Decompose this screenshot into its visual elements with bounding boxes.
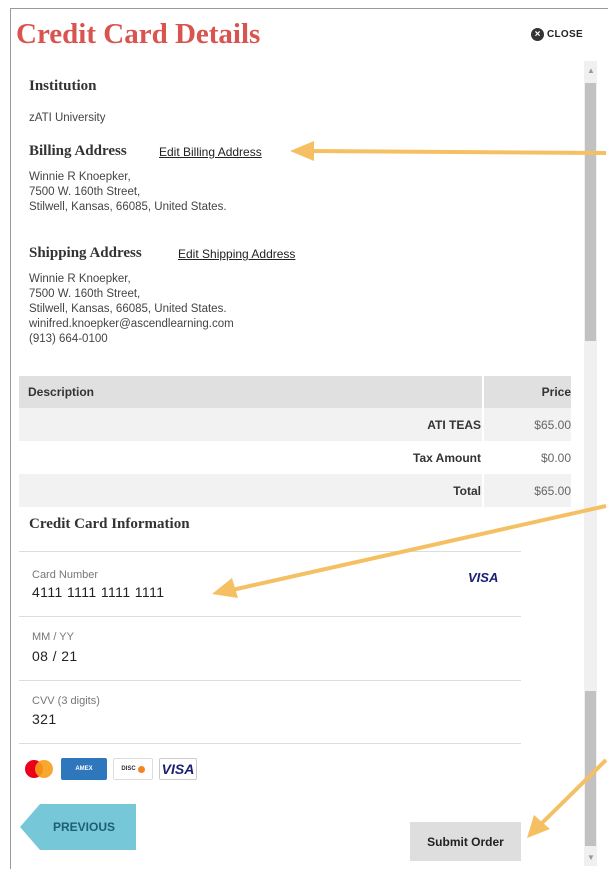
row-price: $65.00	[534, 417, 571, 432]
price-header: Price	[541, 385, 571, 399]
shipping-address-text: Winnie R Knoepker, 7500 W. 160th Street,…	[29, 272, 234, 347]
row-label: Tax Amount	[413, 450, 481, 465]
institution-name: zATI University	[29, 112, 106, 124]
close-button[interactable]: × CLOSE	[531, 28, 583, 41]
column-divider	[482, 474, 484, 507]
edit-billing-address-link[interactable]: Edit Billing Address	[159, 145, 262, 159]
accepted-cards: AMEX DISC VISA	[23, 758, 197, 780]
previous-button[interactable]: PREVIOUS	[20, 804, 136, 850]
visa-brand-icon: VISA	[468, 570, 499, 585]
institution-heading: Institution	[29, 78, 97, 94]
scroll-thumb-lower[interactable]	[585, 691, 596, 846]
order-summary-table: Description Price ATI TEAS $65.00 Tax Am…	[19, 376, 571, 507]
billing-line: Stilwell, Kansas, 66085, United States.	[29, 201, 227, 213]
submit-order-button[interactable]: Submit Order	[410, 822, 521, 861]
mastercard-icon	[23, 758, 55, 780]
close-icon[interactable]: ×	[531, 28, 544, 41]
card-number-label: Card Number	[32, 569, 99, 581]
shipping-line: 7500 W. 160th Street,	[29, 288, 141, 300]
card-number-field[interactable]: Card Number 4111 1111 1111 1111	[19, 551, 521, 616]
table-row: ATI TEAS $65.00	[19, 408, 571, 441]
modal-title: Credit Card Details	[16, 18, 261, 50]
discover-icon: DISC	[113, 758, 153, 780]
scrollbar[interactable]: ▲ ▼	[584, 61, 597, 866]
description-header: Description	[28, 385, 95, 399]
billing-address-text: Winnie R Knoepker, 7500 W. 160th Street,…	[29, 170, 227, 215]
row-price: $0.00	[540, 450, 571, 465]
cvv-input[interactable]: 321	[32, 711, 57, 727]
column-divider	[482, 376, 484, 408]
cvv-field[interactable]: CVV (3 digits) 321	[19, 680, 521, 744]
shipping-line: Stilwell, Kansas, 66085, United States.	[29, 303, 227, 315]
table-row: Tax Amount $0.00	[19, 441, 571, 474]
visa-icon: VISA	[159, 758, 197, 780]
table-header: Description Price	[19, 376, 571, 408]
expiry-field[interactable]: MM / YY 08 / 21	[19, 616, 521, 680]
row-label: ATI TEAS	[427, 417, 481, 432]
credit-card-heading: Credit Card Information	[29, 516, 190, 532]
amex-icon: AMEX	[61, 758, 107, 780]
billing-address-heading: Billing Address	[29, 143, 127, 159]
scroll-up-arrow-icon[interactable]: ▲	[587, 66, 595, 75]
expiry-label: MM / YY	[32, 631, 74, 643]
billing-line: Winnie R Knoepker,	[29, 171, 131, 183]
cvv-label: CVV (3 digits)	[32, 695, 100, 707]
table-row: Total $65.00	[19, 474, 571, 507]
column-divider	[482, 408, 484, 441]
row-price: $65.00	[534, 483, 571, 498]
close-label[interactable]: CLOSE	[547, 29, 583, 40]
shipping-email: winifred.knoepker@ascendlearning.com	[29, 318, 234, 330]
shipping-phone: (913) 664-0100	[29, 333, 108, 345]
shipping-line: Winnie R Knoepker,	[29, 273, 131, 285]
previous-label[interactable]: PREVIOUS	[20, 804, 136, 850]
scroll-thumb[interactable]	[585, 83, 596, 341]
scroll-down-arrow-icon[interactable]: ▼	[587, 853, 595, 862]
expiry-input[interactable]: 08 / 21	[32, 648, 78, 664]
card-number-input[interactable]: 4111 1111 1111 1111	[32, 584, 164, 600]
billing-line: 7500 W. 160th Street,	[29, 186, 141, 198]
edit-shipping-address-link[interactable]: Edit Shipping Address	[178, 247, 295, 261]
row-label: Total	[453, 483, 481, 498]
shipping-address-heading: Shipping Address	[29, 245, 142, 261]
